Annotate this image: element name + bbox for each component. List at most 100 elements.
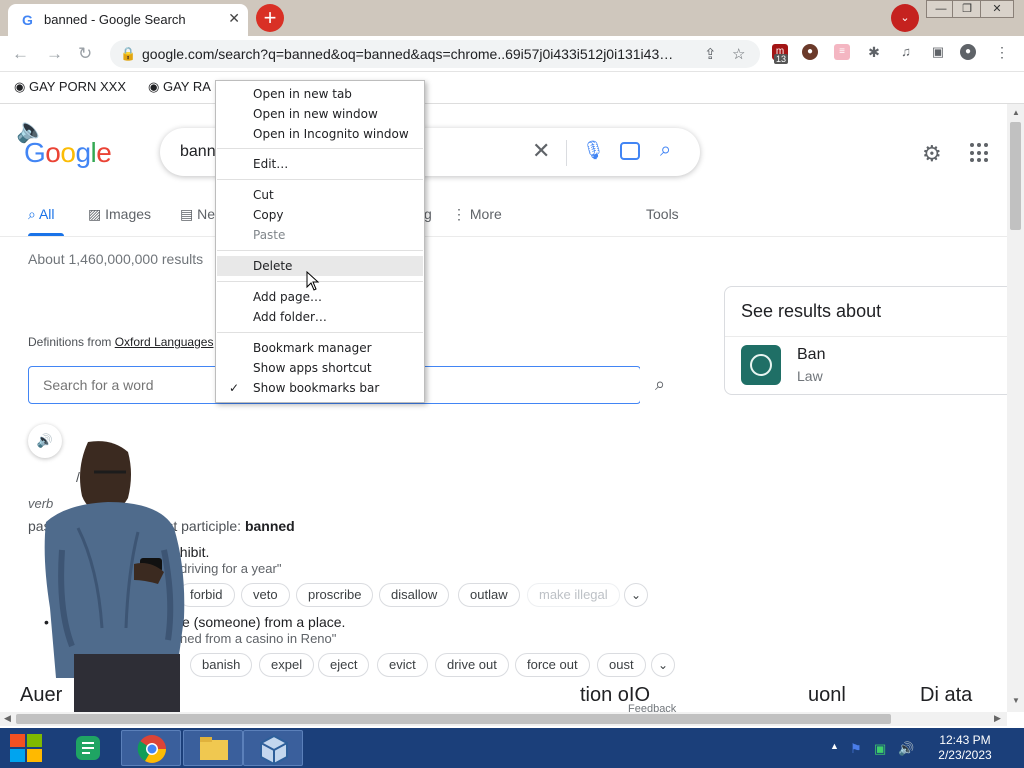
synonym-chip[interactable]: outlaw <box>458 583 520 607</box>
synonym-chip[interactable]: oust <box>597 653 646 677</box>
menu-item-edit[interactable]: Edit… <box>217 154 423 174</box>
logo-letter: g <box>75 137 91 168</box>
flag-extension-icon[interactable]: ≡ <box>834 44 850 60</box>
chevron-down-icon[interactable]: ⌄ <box>651 653 675 677</box>
menu-item-cut[interactable]: Cut <box>217 185 423 205</box>
restore-button[interactable]: ❐ <box>952 0 982 18</box>
bookmark-item[interactable]: ◉ GAY RA <box>148 79 211 95</box>
menu-item-bookmark-manager[interactable]: Bookmark manager <box>217 338 423 358</box>
microphone-icon[interactable]: 🎙 <box>582 140 605 161</box>
horizontal-scrollbar[interactable]: ◀ ▶ <box>0 712 1007 726</box>
ban-law-icon[interactable] <box>741 345 781 385</box>
tab-partial[interactable]: g <box>424 206 432 222</box>
profile-avatar-icon[interactable]: ● <box>960 44 976 60</box>
checkmark-icon: ✓ <box>229 381 240 395</box>
tab-more[interactable]: ⋮ More <box>452 206 502 223</box>
bookmark-star-icon[interactable]: ☆ <box>732 45 745 63</box>
share-icon[interactable]: ⇪ <box>704 45 717 63</box>
browser-tab[interactable]: G banned - Google Search ✕ <box>8 4 248 36</box>
menu-separator <box>217 332 423 333</box>
menu-item-show-bookmarks-bar[interactable]: ✓ Show bookmarks bar <box>217 378 423 398</box>
bookmark-context-menu: Open in new tab Open in new window Open … <box>215 80 425 403</box>
action-center-flag-icon[interactable]: ⚑ <box>850 741 862 757</box>
back-button[interactable]: ← <box>12 44 29 64</box>
media-control-icon[interactable]: ♫ <box>898 44 914 60</box>
bookmark-item[interactable]: ◉ GAY PORN XXX <box>14 79 126 95</box>
chevron-down-icon[interactable]: ⌄ <box>624 583 648 607</box>
menu-item-delete[interactable]: Delete <box>217 256 423 276</box>
menu-separator <box>217 281 423 282</box>
system-clock[interactable]: 12:43 PM 2/23/2023 <box>930 733 1000 763</box>
tools-button[interactable]: Tools <box>646 206 679 222</box>
synonym-chip[interactable]: force out <box>515 653 590 677</box>
knowledge-panel-entity[interactable]: Ban <box>797 346 825 364</box>
google-logo[interactable]: Google <box>24 137 112 169</box>
synonym-chip[interactable]: expel <box>259 653 315 677</box>
synonym-chip[interactable]: veto <box>241 583 290 607</box>
tab-news[interactable]: ▤ Ne <box>180 206 215 223</box>
menu-separator <box>217 179 423 180</box>
tab-search-button[interactable]: ⌄ <box>891 4 919 32</box>
vertical-scrollbar[interactable]: ▲ ▼ <box>1007 104 1024 712</box>
cutoff-text: uonl <box>808 684 846 706</box>
new-tab-button[interactable]: + <box>256 4 284 32</box>
scroll-up-icon[interactable]: ▲ <box>1012 108 1020 117</box>
divider <box>566 140 567 166</box>
tab-close-icon[interactable]: ✕ <box>228 10 240 27</box>
oxford-languages-link[interactable]: Oxford Languages <box>115 335 214 349</box>
close-window-button[interactable]: ✕ <box>980 0 1014 18</box>
search-icon[interactable]: ⌕ <box>660 139 671 162</box>
scrollbar-thumb[interactable] <box>1010 122 1021 230</box>
profile-extension-icon[interactable]: ● <box>802 44 818 60</box>
menu-item-copy[interactable]: Copy <box>217 205 423 225</box>
synonym-chip[interactable]: make illegal <box>527 583 620 607</box>
menu-separator <box>217 250 423 251</box>
synonym-chip[interactable]: drive out <box>435 653 509 677</box>
tab-all[interactable]: ⌕ All <box>28 206 55 223</box>
forward-button[interactable]: → <box>46 44 63 64</box>
network-icon[interactable]: ▣ <box>874 741 886 757</box>
synonym-chip[interactable]: eject <box>318 653 370 677</box>
file-explorer-icon[interactable] <box>183 730 243 766</box>
dictionary-search-button[interactable]: ⌕ <box>640 366 680 404</box>
menu-item-open-new-window[interactable]: Open in new window <box>217 104 423 124</box>
gear-icon[interactable]: ⚙ <box>922 141 942 167</box>
menu-item-show-apps-shortcut[interactable]: Show apps shortcut <box>217 358 423 378</box>
menu-item-open-new-tab[interactable]: Open in new tab <box>217 84 423 104</box>
menu-item-add-page[interactable]: Add page… <box>217 287 423 307</box>
scroll-down-icon[interactable]: ▼ <box>1012 696 1020 705</box>
synonym-chip[interactable]: proscribe <box>296 583 374 607</box>
synonym-chip[interactable]: evict <box>377 653 428 677</box>
reload-button[interactable]: ↻ <box>78 44 92 64</box>
clock-time: 12:43 PM <box>939 733 991 747</box>
scroll-right-icon[interactable]: ▶ <box>994 713 1001 724</box>
lock-icon[interactable]: 🔒 <box>120 46 136 62</box>
sheets-app-icon[interactable] <box>58 730 118 766</box>
windows-start-icon[interactable] <box>10 734 42 762</box>
virtualbox-icon[interactable] <box>243 730 303 766</box>
extensions-puzzle-icon[interactable]: ✱ <box>866 44 882 60</box>
clear-icon[interactable]: ✕ <box>532 138 550 164</box>
chrome-app-icon[interactable] <box>121 730 181 766</box>
extension-badge: 13 <box>774 54 789 64</box>
chrome-menu-icon[interactable]: ⋮ <box>994 44 1010 60</box>
scroll-left-icon[interactable]: ◀ <box>4 713 11 724</box>
address-bar[interactable]: 🔒 google.com/search?q=banned&oq=banned&a… <box>110 40 760 68</box>
knowledge-panel-title: See results about <box>741 301 882 321</box>
search-tabs: ⌕ All ▨ Images ▤ Ne g ⋮ More Tools <box>0 200 1010 237</box>
side-panel-icon[interactable]: ▣ <box>930 44 946 60</box>
camera-lens-icon[interactable] <box>620 142 640 160</box>
google-apps-icon[interactable] <box>970 143 990 163</box>
knowledge-panel: See results about Ban Law <box>724 286 1014 395</box>
search-query[interactable]: bann <box>180 143 216 161</box>
synonym-chip[interactable]: disallow <box>379 583 450 607</box>
url-text[interactable]: google.com/search?q=banned&oq=banned&aqs… <box>142 46 697 62</box>
tray-expand-icon[interactable]: ▲ <box>830 741 839 751</box>
synonym-chip[interactable]: banish <box>190 653 253 677</box>
menu-item-open-incognito[interactable]: Open in Incognito window <box>217 124 423 144</box>
menu-item-add-folder[interactable]: Add folder… <box>217 307 423 327</box>
tab-images[interactable]: ▨ Images <box>88 206 151 223</box>
volume-icon[interactable]: 🔊 <box>898 741 914 757</box>
logo-letter: o <box>45 137 61 168</box>
scrollbar-thumb[interactable] <box>16 714 891 724</box>
